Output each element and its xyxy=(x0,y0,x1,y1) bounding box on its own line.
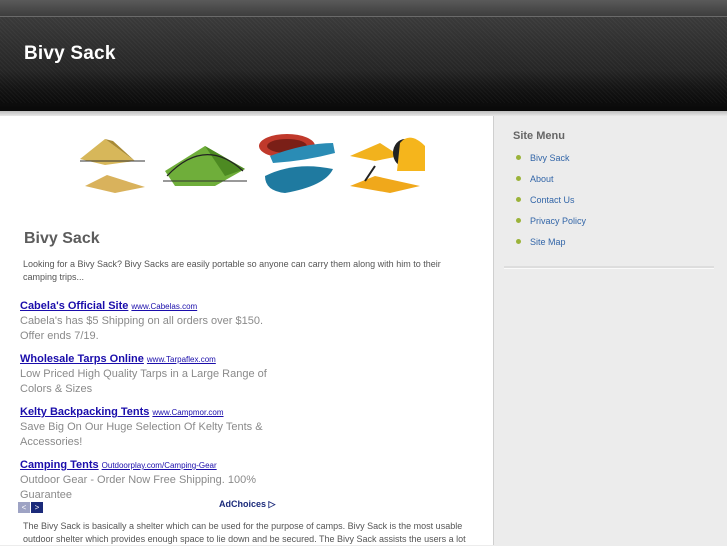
menu-item-contact-us[interactable]: Contact Us xyxy=(516,193,586,214)
ad-title-link[interactable]: Cabela's Official Site xyxy=(20,300,128,312)
ad-description: Low Priced High Quality Tarps in a Large… xyxy=(20,368,267,395)
menu-item-label: Contact Us xyxy=(530,195,575,205)
article-body: The Bivy Sack is basically a shelter whi… xyxy=(23,521,466,544)
ad-title-link[interactable]: Camping Tents xyxy=(20,459,99,471)
ad-item: Camping Tents Outdoorplay.com/Camping-Gea… xyxy=(20,455,290,503)
bullet-icon xyxy=(516,239,521,244)
site-menu: Bivy Sack About Contact Us Privacy Polic… xyxy=(516,151,586,256)
site-title[interactable]: Bivy Sack xyxy=(24,43,116,65)
menu-item-privacy-policy[interactable]: Privacy Policy xyxy=(516,214,586,235)
adchoices-icon: ▷ xyxy=(268,499,276,509)
ad-title-link[interactable]: Wholesale Tarps Online xyxy=(20,353,144,365)
menu-item-bivy-sack[interactable]: Bivy Sack xyxy=(516,151,586,172)
ad-block: Cabela's Official Site www.Cabelas.com Ca… xyxy=(20,296,290,508)
menu-item-about[interactable]: About xyxy=(516,172,586,193)
green-tent-icon xyxy=(163,146,247,186)
bullet-icon xyxy=(516,176,521,181)
ad-description: Cabela's has $5 Shipping on all orders o… xyxy=(20,315,264,342)
ad-url-link[interactable]: www.Campmor.com xyxy=(152,408,223,417)
hero-banner xyxy=(80,134,425,193)
bivy-tent-icon xyxy=(80,139,145,193)
menu-item-label: Site Map xyxy=(530,237,566,247)
bullet-icon xyxy=(516,155,521,160)
sidebar-divider xyxy=(504,266,714,269)
site-menu-title: Site Menu xyxy=(513,130,565,142)
ad-description: Save Big On Our Huge Selection Of Kelty … xyxy=(20,421,263,448)
yellow-bivy-icon xyxy=(350,137,425,193)
ad-item: Wholesale Tarps Online www.Tarpaflex.com … xyxy=(20,349,290,397)
ad-next-button[interactable]: > xyxy=(31,502,43,514)
ad-url-link[interactable]: www.Cabelas.com xyxy=(131,302,197,311)
menu-item-label: Privacy Policy xyxy=(530,216,587,226)
ad-url-link[interactable]: www.Tarpaflex.com xyxy=(147,355,216,364)
sidebar: Site Menu Bivy Sack About Contact Us Pri… xyxy=(494,116,727,545)
ad-item: Cabela's Official Site www.Cabelas.com Ca… xyxy=(20,296,290,344)
page-heading: Bivy Sack xyxy=(24,230,100,247)
menu-item-site-map[interactable]: Site Map xyxy=(516,235,586,256)
adchoices-link[interactable]: AdChoices ▷ xyxy=(219,499,275,510)
main-content: Bivy Sack Looking for a Bivy Sack? Bivy … xyxy=(0,116,494,545)
bullet-icon xyxy=(516,218,521,223)
ad-pager: < > xyxy=(18,499,44,517)
intro-text: Looking for a Bivy Sack? Bivy Sacks are … xyxy=(23,259,441,282)
bullet-icon xyxy=(516,197,521,202)
adchoices-label: AdChoices xyxy=(219,499,267,509)
menu-item-label: About xyxy=(530,174,554,184)
ad-title-link[interactable]: Kelty Backpacking Tents xyxy=(20,406,149,418)
ad-prev-button[interactable]: < xyxy=(18,502,30,514)
ad-url-link[interactable]: Outdoorplay.com/Camping-Gear xyxy=(102,461,217,470)
top-strip xyxy=(0,0,727,16)
blue-sleeping-bag-icon xyxy=(259,134,335,193)
ad-item: Kelty Backpacking Tents www.Campmor.com S… xyxy=(20,402,290,450)
menu-item-label: Bivy Sack xyxy=(530,153,570,163)
